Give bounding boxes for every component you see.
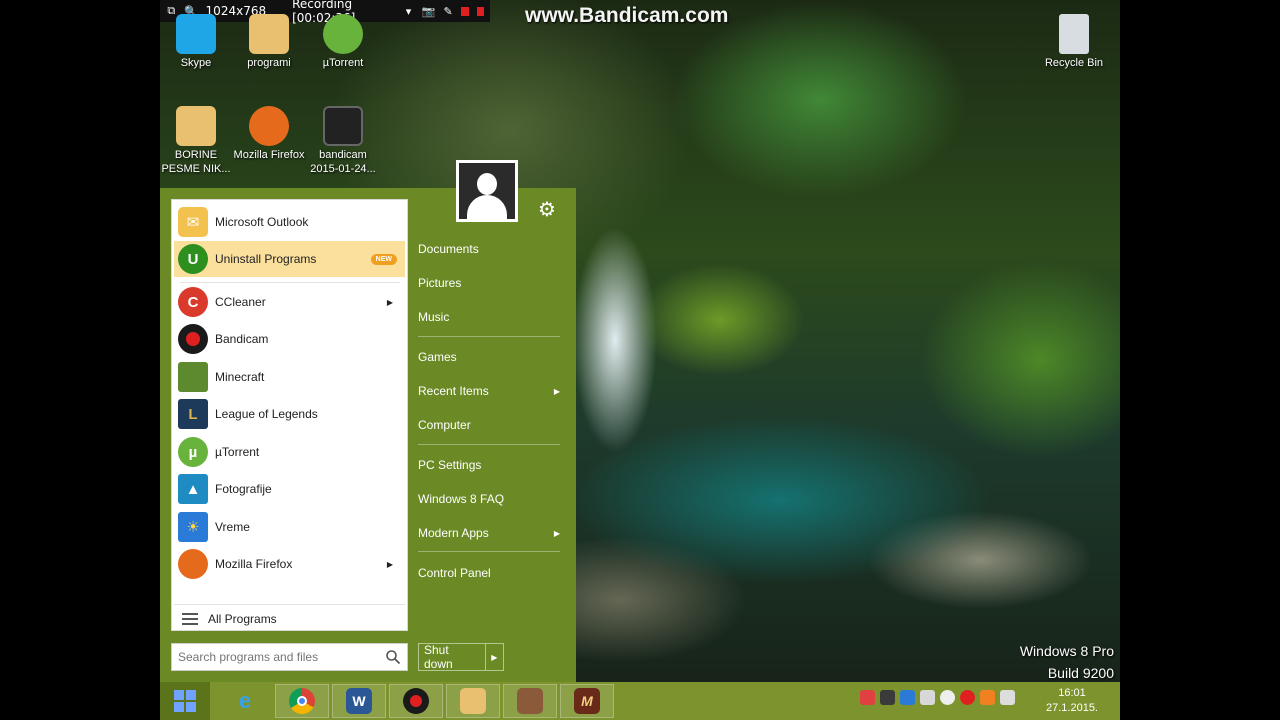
metin2-icon: M [574,688,600,714]
taskbar-game[interactable] [503,684,557,718]
camera-icon[interactable]: 📷 [421,5,435,18]
utorrent-icon: µ [178,437,208,467]
firefox-icon [178,549,208,579]
divider [180,282,400,283]
nvidia-icon[interactable] [880,690,895,705]
bandicam-tray-icon[interactable] [960,690,975,705]
divider [418,551,560,552]
utorrent-icon [323,14,363,54]
network-icon[interactable] [900,690,915,705]
all-programs-button[interactable]: All Programs [174,604,405,632]
taskbar-metin2[interactable]: M [560,684,614,718]
desktop-icon-bandicam-video[interactable]: bandicam 2015-01-24... [305,106,381,176]
clock[interactable]: 16:01 27.1.2015. [1046,686,1098,716]
tray-app2-icon[interactable] [980,690,995,705]
programs-list: ✉ Microsoft Outlook U Uninstall Programs… [171,199,408,631]
volume-icon[interactable] [940,690,955,705]
program-microsoft-outlook[interactable]: ✉ Microsoft Outlook [174,204,405,240]
recycle-bin-icon [1059,14,1089,54]
place-documents[interactable]: Documents [418,236,566,262]
folder-icon [176,106,216,146]
place-control-panel[interactable]: Control Panel [418,560,566,586]
flag-icon[interactable] [920,690,935,705]
divider [418,444,560,445]
search-icon[interactable] [385,649,401,665]
program-ccleaner[interactable]: C CCleaner ▶ [174,284,405,320]
windows-logo-icon [174,690,196,712]
firefox-icon [249,106,289,146]
pause-icon[interactable] [461,6,469,16]
place-modern-apps[interactable]: Modern Apps ▶ [418,520,566,546]
desktop-icon-skype[interactable]: Skype [158,14,234,70]
bandicam-watermark: www.Bandicam.com [525,4,729,27]
ccleaner-icon: C [178,287,208,317]
league-of-legends-icon: L [178,399,208,429]
game-character-icon [517,688,543,714]
place-computer[interactable]: Computer [418,412,566,438]
program-vreme[interactable]: ☀ Vreme [174,509,405,545]
pencil-icon[interactable]: ✎ [443,5,454,18]
place-pictures[interactable]: Pictures [418,270,566,296]
internet-explorer-icon: e [238,688,252,713]
program-minecraft[interactable]: Minecraft [174,359,405,395]
place-games[interactable]: Games [418,344,566,370]
chevron-right-icon: ▶ [553,386,560,396]
taskbar-internet-explorer[interactable]: e [218,684,272,718]
place-music[interactable]: Music [418,304,566,330]
chevron-down-icon[interactable]: ▾ [403,5,414,18]
minecraft-icon [178,362,208,392]
divider [418,336,560,337]
weather-icon: ☀ [178,512,208,542]
desktop-icon-programi[interactable]: programi [231,14,307,70]
menu-icon [182,612,198,625]
photos-icon: ▲ [178,474,208,504]
video-file-icon [323,106,363,146]
windows-edition-text: Windows 8 Pro Build 9200 [1019,643,1114,681]
outlook-icon: ✉ [178,207,208,237]
chevron-right-icon[interactable]: ▶ [486,653,503,662]
search-input[interactable] [178,650,378,664]
program-utorrent[interactable]: µ µTorrent [174,434,405,470]
program-bandicam[interactable]: Bandicam [174,321,405,357]
stop-icon[interactable] [476,6,484,16]
desktop-icon-utorrent[interactable]: µTorrent [305,14,381,70]
word-icon: W [346,688,372,714]
search-box[interactable] [171,643,408,671]
taskbar-chrome[interactable] [275,684,329,718]
taskbar-word[interactable]: W [332,684,386,718]
taskbar-bandicam[interactable] [389,684,443,718]
uninstall-icon: U [178,244,208,274]
place-pc-settings[interactable]: PC Settings [418,452,566,478]
taskbar-file-explorer[interactable] [446,684,500,718]
shutdown-button[interactable]: Shut down ▶ [418,643,504,671]
folder-icon [249,14,289,54]
chrome-icon [289,688,315,714]
new-badge: NEW [370,253,397,265]
program-league-of-legends[interactable]: L League of Legends [174,396,405,432]
chevron-right-icon: ▶ [553,528,560,538]
file-explorer-icon [460,688,486,714]
chevron-right-icon: ▶ [386,297,393,307]
gear-icon[interactable]: ⚙ [538,200,556,220]
program-fotografije[interactable]: ▲ Fotografije [174,471,405,507]
desktop-icon-borine-pesme[interactable]: BORINE PESME NIK... [158,106,234,176]
place-windows-8-faq[interactable]: Windows 8 FAQ [418,486,566,512]
keyboard-icon[interactable] [1000,690,1015,705]
tray-app-icon[interactable] [860,690,875,705]
desktop-icon-firefox[interactable]: Mozilla Firefox [231,106,307,162]
start-button[interactable] [160,682,210,720]
program-uninstall-programs[interactable]: U Uninstall Programs NEW [174,241,405,277]
bandicam-icon [403,688,429,714]
system-tray [860,690,1015,705]
desktop-icon-recycle-bin[interactable]: Recycle Bin [1036,14,1112,70]
chevron-right-icon: ▶ [386,559,393,569]
bandicam-icon [178,324,208,354]
skype-icon [176,14,216,54]
program-mozilla-firefox[interactable]: Mozilla Firefox ▶ [174,546,405,582]
taskbar: e W M 16:01 27.1.2015. [160,682,1120,720]
user-account-tile[interactable] [456,160,518,222]
place-recent-items[interactable]: Recent Items ▶ [418,378,566,404]
